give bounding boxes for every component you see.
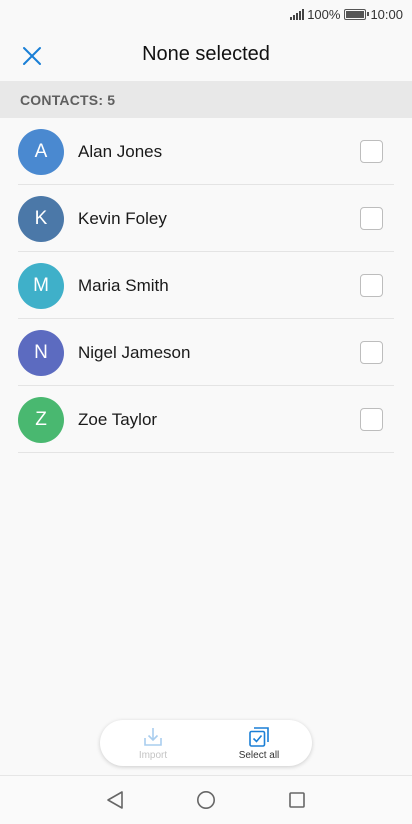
- list-item[interactable]: Z Zoe Taylor: [0, 386, 412, 453]
- contacts-count-header: CONTACTS: 5: [0, 81, 412, 118]
- signal-icon: [290, 8, 305, 20]
- import-label: Import: [138, 750, 168, 761]
- status-bar: 100% 10:00: [0, 0, 412, 28]
- avatar: N: [18, 329, 64, 376]
- clock: 10:00: [370, 6, 403, 22]
- contact-list: A Alan Jones K Kevin Foley M Maria Smith…: [0, 118, 412, 453]
- close-icon: [23, 47, 41, 65]
- contact-checkbox[interactable]: [360, 341, 383, 364]
- battery-percent: 100%: [307, 6, 341, 22]
- divider: [18, 452, 394, 453]
- list-item[interactable]: A Alan Jones: [0, 118, 412, 185]
- contact-checkbox[interactable]: [360, 274, 383, 297]
- avatar: K: [18, 195, 64, 242]
- contact-name: Maria Smith: [78, 275, 169, 295]
- back-button[interactable]: [103, 788, 127, 812]
- close-button[interactable]: [14, 38, 50, 74]
- list-item[interactable]: K Kevin Foley: [0, 185, 412, 252]
- list-item[interactable]: M Maria Smith: [0, 252, 412, 319]
- recents-square-icon: [289, 792, 305, 808]
- system-nav-bar: [0, 775, 412, 824]
- contact-name: Alan Jones: [78, 141, 163, 161]
- recents-button[interactable]: [285, 788, 309, 812]
- bottom-action-bar: Import Select all: [100, 720, 312, 766]
- home-button[interactable]: [194, 788, 218, 812]
- home-circle-icon: [197, 791, 215, 809]
- contact-checkbox[interactable]: [360, 408, 383, 431]
- avatar: Z: [18, 396, 64, 443]
- avatar: M: [18, 262, 64, 309]
- battery-icon: [344, 8, 370, 20]
- import-icon: [142, 725, 164, 749]
- contact-checkbox[interactable]: [360, 207, 383, 230]
- select-all-icon: [248, 725, 270, 749]
- select-all-button[interactable]: Select all: [206, 720, 312, 766]
- select-all-label: Select all: [238, 750, 280, 761]
- contact-name: Zoe Taylor: [78, 409, 158, 429]
- avatar: A: [18, 128, 64, 175]
- page-title: None selected: [142, 43, 270, 65]
- import-button[interactable]: Import: [100, 720, 206, 766]
- contact-checkbox[interactable]: [360, 140, 383, 163]
- contact-name: Nigel Jameson: [78, 342, 191, 362]
- list-item[interactable]: N Nigel Jameson: [0, 319, 412, 386]
- header: None selected: [0, 28, 412, 81]
- contact-name: Kevin Foley: [78, 208, 167, 228]
- back-triangle-icon: [107, 791, 123, 809]
